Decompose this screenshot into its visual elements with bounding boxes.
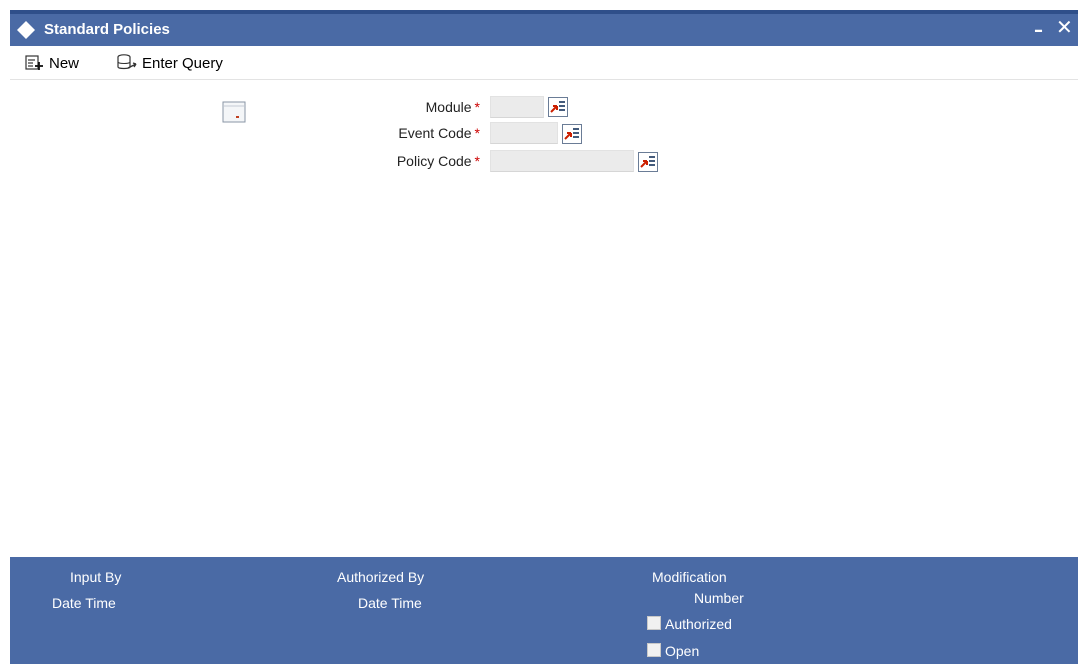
enter-query-label: Enter Query	[142, 54, 223, 72]
window-title: Standard Policies	[44, 21, 170, 38]
policy-code-input[interactable]	[490, 150, 634, 172]
input-date-time-label: Date Time	[52, 595, 116, 611]
new-button[interactable]: New	[25, 52, 79, 74]
event-code-input[interactable]	[490, 122, 558, 144]
policy-code-label: Policy Code *	[360, 153, 480, 169]
event-code-lov-button[interactable]	[562, 124, 582, 144]
required-mark: *	[474, 125, 480, 141]
minimize-button[interactable]: –	[1034, 20, 1043, 41]
input-by-label: Input By	[70, 569, 122, 585]
new-record-icon	[25, 55, 43, 70]
policy-code-lov-button[interactable]	[638, 152, 658, 172]
authorized-by-label: Authorized By	[337, 569, 425, 585]
module-lov-button[interactable]	[548, 97, 568, 117]
toolbar: New Enter Query	[10, 46, 1078, 80]
number-label: Number	[694, 590, 744, 606]
required-mark: *	[474, 153, 480, 169]
open-checkbox-label: Open	[665, 643, 700, 659]
module-label: Module *	[360, 99, 480, 115]
authorized-date-time-label: Date Time	[358, 595, 422, 611]
required-mark: *	[474, 99, 480, 115]
form-area: Module * Event Code * Policy Code *	[10, 81, 1078, 557]
module-label-text: Module	[425, 99, 472, 115]
modification-label: Modification	[652, 569, 727, 585]
query-icon	[117, 54, 137, 70]
new-label: New	[49, 54, 80, 72]
open-checkbox[interactable]	[647, 643, 661, 657]
policy-code-label-text: Policy Code	[396, 153, 472, 169]
event-code-label-text: Event Code	[398, 125, 472, 141]
window-title-bar: Standard Policies – ✕	[10, 10, 1078, 46]
view-details-icon[interactable]	[222, 101, 246, 123]
diamond-icon	[17, 21, 35, 39]
enter-query-button[interactable]: Enter Query	[116, 52, 223, 74]
event-code-label: Event Code *	[360, 125, 480, 141]
authorized-checkbox[interactable]	[647, 616, 661, 630]
audit-footer: Input By Date Time Authorized By Date Ti…	[10, 557, 1078, 664]
module-input[interactable]	[490, 96, 544, 118]
close-button[interactable]: ✕	[1056, 15, 1073, 39]
authorized-checkbox-label: Authorized	[665, 616, 732, 632]
